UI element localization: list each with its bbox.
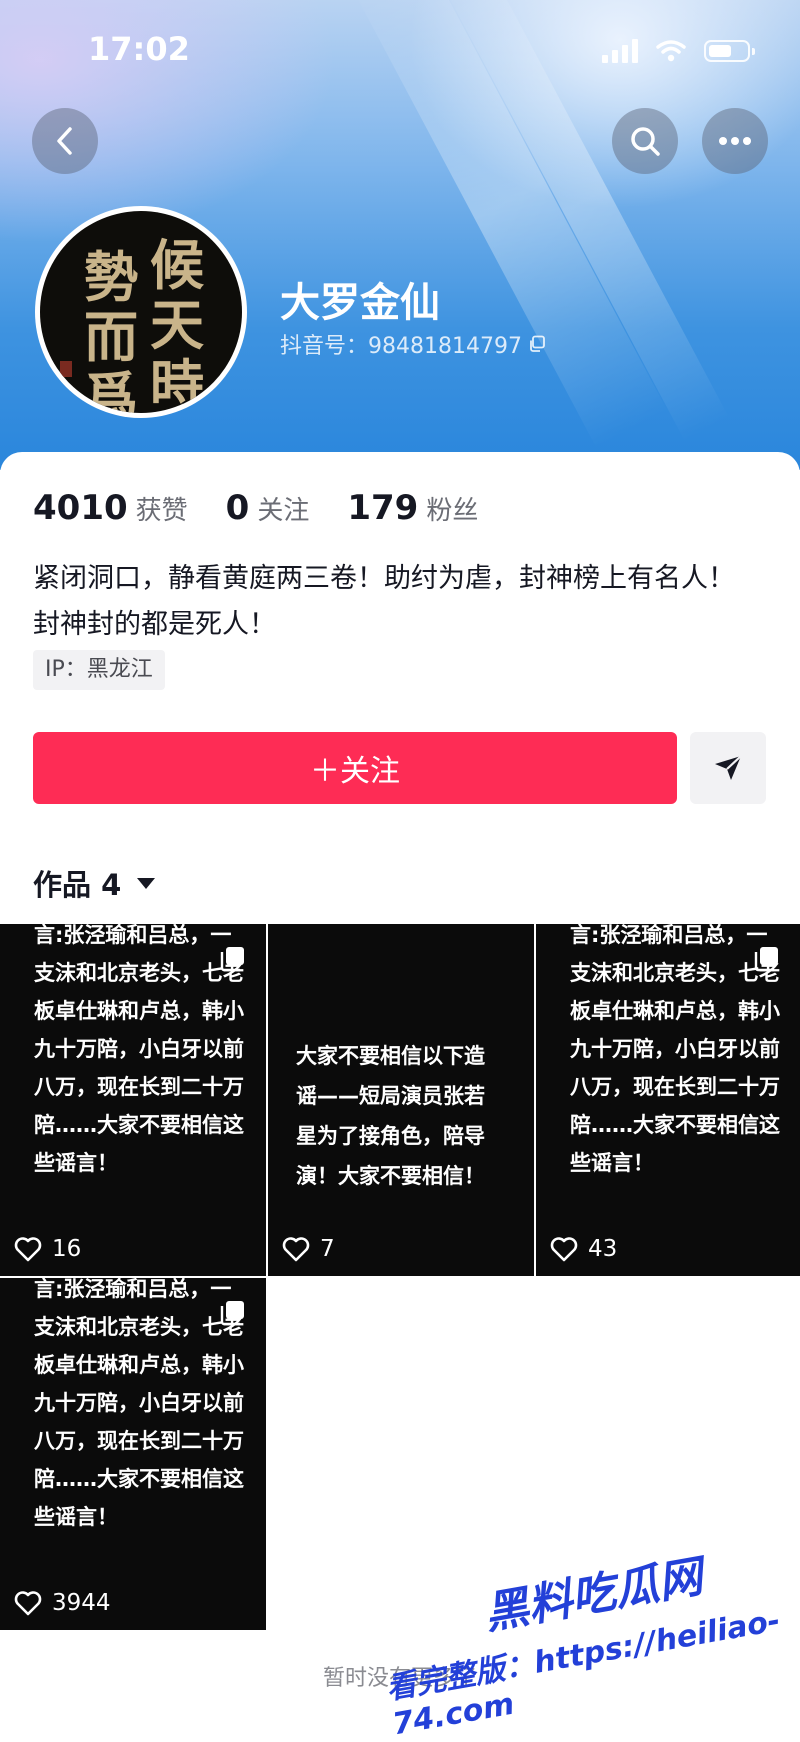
profile-bio: 紧闭洞口，静看黄庭两三卷！助纣为虐，封神榜上有名人！封神封的都是死人！ xyxy=(33,563,735,640)
likes-count: 4010 xyxy=(33,488,128,528)
video-thumbnail[interactable]: 言:张泾瑜和吕总，一 支沫和北京老头，七老 板卓仕琳和卢总，韩小 九十万陪，小白… xyxy=(0,1278,266,1630)
video-thumbnail[interactable]: 大家不要相信以下造 谣——短局演员张若 星为了接角色，陪导 演！大家不要相信！ … xyxy=(268,924,534,1276)
copy-icon[interactable] xyxy=(528,335,546,353)
video-caption: 言:张泾瑜和吕总，一 支沫和北京老头，七老 板卓仕琳和卢总，韩小 九十万陪，小白… xyxy=(34,1278,244,1529)
video-thumbnail[interactable]: 言:张泾瑜和吕总，一 支沫和北京老头，七老 板卓仕琳和卢总，韩小 九十万陪，小白… xyxy=(0,924,266,1276)
like-count: 7 xyxy=(282,1236,335,1262)
tab-works[interactable]: 作品 4 xyxy=(33,862,156,904)
like-count-value: 7 xyxy=(320,1236,335,1262)
like-count-value: 3944 xyxy=(52,1590,111,1616)
video-caption: 大家不要相信以下造 谣——短局演员张若 星为了接角色，陪导 演！大家不要相信！ xyxy=(296,1044,485,1188)
avatar-seal xyxy=(60,361,72,377)
like-count: 43 xyxy=(550,1236,617,1262)
following-label[interactable]: 关注 xyxy=(257,490,309,527)
like-count-value: 16 xyxy=(52,1236,82,1262)
avatar-calligraphy-image: 候 天 時 勢 而 爲 xyxy=(40,211,242,413)
status-icons xyxy=(602,36,755,66)
multi-image-icon xyxy=(220,947,244,972)
heart-icon xyxy=(282,1237,310,1262)
search-button[interactable] xyxy=(612,108,678,174)
more-dots-icon xyxy=(719,137,751,145)
like-count: 3944 xyxy=(14,1590,111,1616)
ip-location-badge: IP：黑龙江 xyxy=(33,650,165,690)
status-time: 17:02 xyxy=(88,30,190,68)
back-button[interactable] xyxy=(32,108,98,174)
search-icon xyxy=(631,127,660,156)
profile-stats: 4010 获赞 0 关注 179 粉丝 xyxy=(33,488,516,528)
followers-count[interactable]: 179 xyxy=(347,488,418,528)
avatar-char: 時 xyxy=(150,353,204,413)
heart-icon xyxy=(14,1237,42,1262)
share-button[interactable] xyxy=(690,732,766,804)
tab-works-label: 作品 4 xyxy=(33,868,122,902)
like-count: 16 xyxy=(14,1236,81,1262)
avatar-char: 爲 xyxy=(84,365,138,413)
cellular-signal-icon xyxy=(602,39,638,63)
video-caption: 言:张泾瑜和吕总，一 支沫和北京老头，七老 板卓仕琳和卢总，韩小 九十万陪，小白… xyxy=(34,924,244,1175)
douyin-id-text: 抖音号：98481814797 xyxy=(280,334,522,359)
video-caption: 言:张泾瑜和吕总，一 支沫和北京老头，七老 板卓仕琳和卢总，韩小 九十万陪，小白… xyxy=(570,924,780,1175)
heart-icon xyxy=(14,1591,42,1616)
video-thumbnail[interactable]: 言:张泾瑜和吕总，一 支沫和北京老头，七老 板卓仕琳和卢总，韩小 九十万陪，小白… xyxy=(536,924,800,1276)
likes-label: 获赞 xyxy=(135,496,188,526)
avatar[interactable]: 候 天 時 勢 而 爲 xyxy=(35,206,247,418)
profile-name: 大罗金仙 xyxy=(280,280,440,326)
follow-button[interactable]: ＋关注 xyxy=(33,732,677,804)
following-count[interactable]: 0 xyxy=(226,488,250,528)
followers-label[interactable]: 粉丝 xyxy=(426,490,478,527)
chevron-left-icon xyxy=(57,127,72,155)
douyin-id[interactable]: 抖音号：98481814797 xyxy=(280,328,546,360)
more-button[interactable] xyxy=(702,108,768,174)
battery-icon xyxy=(704,40,755,62)
like-count-value: 43 xyxy=(588,1236,618,1262)
caret-down-icon xyxy=(137,877,156,889)
multi-image-icon xyxy=(754,947,778,972)
heart-icon xyxy=(550,1237,578,1262)
send-icon xyxy=(715,755,742,780)
wifi-icon xyxy=(656,40,686,62)
multi-image-icon xyxy=(220,1301,244,1326)
